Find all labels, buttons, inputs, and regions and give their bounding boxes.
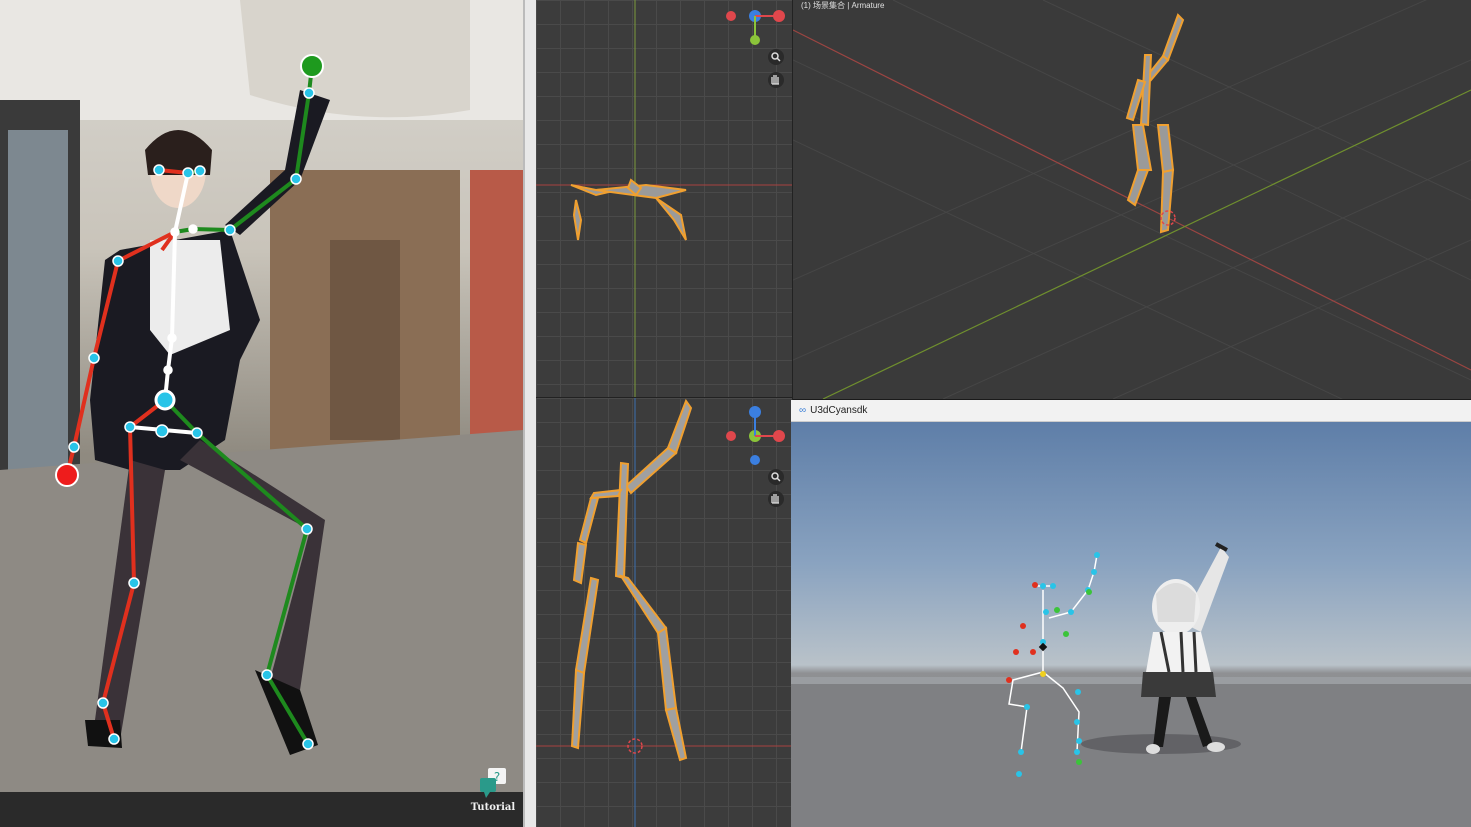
unity-title-bar[interactable]: ∞ U3dCyansdk (791, 400, 1471, 422)
camera-bottom-bar (0, 792, 523, 827)
hand-pan-icon[interactable] (768, 491, 784, 507)
front-view-scene (536, 398, 792, 827)
unity-window[interactable]: ∞ U3dCyansdk (791, 400, 1471, 827)
app-root: ? Tutorial (1) 场景集合 | Armature ∞ U3dCyan… (0, 0, 1471, 827)
blender-top-viewport[interactable] (536, 0, 792, 397)
top-view-scene (536, 0, 792, 397)
unity-skeleton-left-joints (1006, 582, 1038, 683)
armature-front (570, 398, 693, 762)
camera-scene (0, 0, 523, 792)
unity-link-icon: ∞ (799, 405, 807, 416)
view-gizmo-front[interactable] (726, 406, 785, 465)
armature-top (570, 178, 687, 241)
tutorial-button[interactable]: ? Tutorial (468, 766, 518, 822)
blender-perspective-viewport[interactable]: (1) 场景集合 | Armature (793, 0, 1471, 399)
zoom-icon[interactable] (768, 469, 784, 485)
blender-front-viewport[interactable] (536, 398, 792, 827)
view-gizmo-top[interactable] (726, 10, 785, 45)
left-hand-marker (55, 463, 79, 487)
camera-feed-panel: ? Tutorial (0, 0, 523, 827)
unity-window-title: U3dCyansdk (810, 405, 868, 416)
hand-pan-icon[interactable] (768, 72, 784, 88)
zoom-icon[interactable] (768, 49, 784, 65)
unity-scene-view[interactable] (791, 422, 1471, 827)
viewport-label: (1) 场景集合 | Armature (801, 1, 885, 10)
tutorial-label: Tutorial (470, 802, 516, 813)
unity-scene-content (791, 542, 1471, 827)
right-hand-marker (300, 54, 324, 78)
question-bubble-icon: ? (480, 768, 506, 798)
perspective-scene (793, 0, 1471, 399)
